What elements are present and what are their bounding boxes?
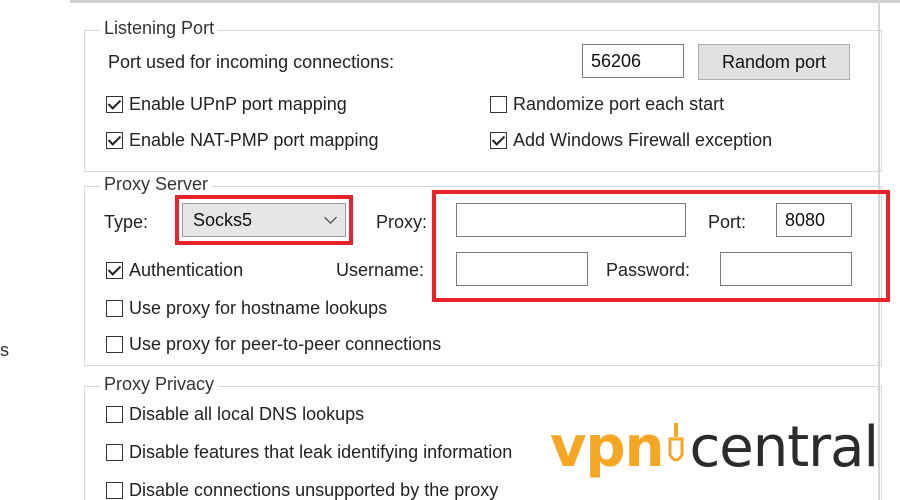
authentication-checkbox-box[interactable]: [106, 262, 123, 279]
upnp-checkbox-label: Enable UPnP port mapping: [129, 94, 347, 114]
disable-leaking-features-checkbox[interactable]: Disable features that leak identifying i…: [106, 442, 512, 463]
nat-pmp-checkbox-label: Enable NAT-PMP port mapping: [129, 130, 379, 150]
proxy-port-input[interactable]: [776, 203, 852, 237]
username-input[interactable]: [456, 252, 588, 286]
chevron-down-icon[interactable]: [324, 211, 337, 224]
firewall-exception-checkbox-box[interactable]: [490, 132, 507, 149]
proxy-privacy-title: Proxy Privacy: [100, 374, 219, 395]
randomize-port-checkbox[interactable]: Randomize port each start: [490, 94, 724, 115]
panel-top-border: [70, 0, 900, 3]
password-input[interactable]: [720, 252, 852, 286]
vpncentral-watermark: vpn central: [550, 415, 879, 480]
hostname-lookups-checkbox-label: Use proxy for hostname lookups: [129, 298, 388, 318]
proxy-server-title: Proxy Server: [100, 174, 213, 195]
nat-pmp-checkbox[interactable]: Enable NAT-PMP port mapping: [106, 130, 378, 151]
upnp-checkbox[interactable]: Enable UPnP port mapping: [106, 94, 347, 115]
hostname-lookups-checkbox-box[interactable]: [106, 300, 123, 317]
disable-leaking-features-checkbox-box[interactable]: [106, 444, 123, 461]
incoming-port-input[interactable]: [582, 44, 684, 78]
firewall-exception-checkbox[interactable]: Add Windows Firewall exception: [490, 130, 772, 151]
disable-unsupported-connections-checkbox-box[interactable]: [106, 482, 123, 499]
nat-pmp-checkbox-box[interactable]: [106, 132, 123, 149]
watermark-text-central: central: [689, 415, 879, 480]
proxy-type-value: Socks5: [193, 209, 253, 230]
disable-dns-lookups-checkbox-label: Disable all local DNS lookups: [129, 404, 365, 424]
authentication-checkbox[interactable]: Authentication: [106, 260, 243, 281]
disable-dns-lookups-checkbox-box[interactable]: [106, 406, 123, 423]
left-sidebar-strip: [0, 0, 70, 500]
password-label: Password:: [606, 260, 691, 280]
firewall-exception-checkbox-label: Add Windows Firewall exception: [513, 130, 773, 150]
randomize-port-checkbox-box[interactable]: [490, 96, 507, 113]
authentication-checkbox-label: Authentication: [129, 260, 244, 280]
proxy-host-label: Proxy:: [376, 212, 428, 232]
disable-unsupported-connections-checkbox-label: Disable connections unsupported by the p…: [129, 480, 499, 500]
randomize-port-checkbox-label: Randomize port each start: [513, 94, 725, 114]
settings-panel: s Listening Port Port used for incoming …: [0, 0, 900, 500]
proxy-port-label: Port:: [708, 212, 747, 232]
port-incoming-label: Port used for incoming connections:: [108, 52, 395, 72]
upnp-checkbox-box[interactable]: [106, 96, 123, 113]
sidebar-text-fragment: s: [0, 340, 9, 360]
disable-dns-lookups-checkbox[interactable]: Disable all local DNS lookups: [106, 404, 364, 425]
p2p-proxy-checkbox-box[interactable]: [106, 336, 123, 353]
random-port-button[interactable]: Random port: [698, 44, 850, 80]
p2p-proxy-checkbox[interactable]: Use proxy for peer-to-peer connections: [106, 334, 441, 355]
p2p-proxy-checkbox-label: Use proxy for peer-to-peer connections: [129, 334, 442, 354]
proxy-host-input[interactable]: [456, 203, 686, 237]
watermark-logo-icon: [668, 422, 684, 461]
hostname-lookups-checkbox[interactable]: Use proxy for hostname lookups: [106, 298, 387, 319]
username-label: Username:: [336, 260, 425, 280]
watermark-text-vpn: vpn: [550, 415, 664, 480]
listening-port-title: Listening Port: [100, 18, 219, 39]
disable-leaking-features-checkbox-label: Disable features that leak identifying i…: [129, 442, 513, 462]
proxy-type-label: Type:: [104, 212, 149, 232]
disable-unsupported-connections-checkbox[interactable]: Disable connections unsupported by the p…: [106, 480, 498, 500]
proxy-type-select[interactable]: Socks5: [182, 203, 346, 237]
